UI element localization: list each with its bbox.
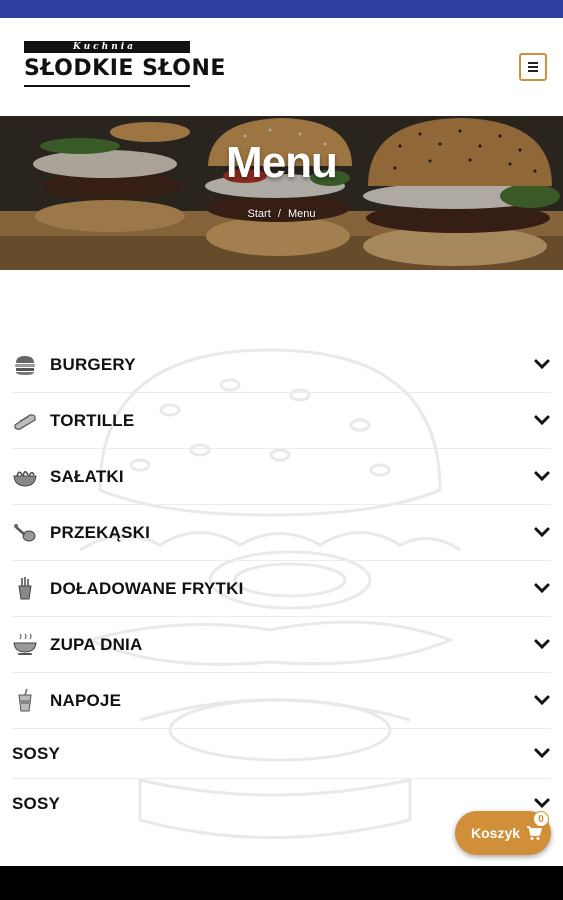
chevron-down-icon[interactable] [533,525,551,541]
soup-icon [13,633,37,655]
chevron-down-icon[interactable] [533,637,551,653]
menu-category-label: SOSY [12,794,61,813]
menu-category-sosy[interactable]: SOSY [12,729,551,779]
cart-label: Koszyk [471,825,521,841]
chevron-down-icon[interactable] [533,746,551,762]
chevron-down-icon[interactable] [533,693,551,709]
menu-category-list: BURGERY TORTILLE SAŁATKI PRZEKĄSKI DOŁAD… [12,337,551,829]
burger-icon [15,356,35,375]
menu-category-napoje[interactable]: NAPOJE [12,673,551,729]
chevron-down-icon[interactable] [533,357,551,373]
page-title: Menu [226,138,338,187]
chevron-down-icon[interactable] [533,796,551,812]
site-logo[interactable]: Kuchnia SŁODKIE SŁONE [24,41,226,87]
salad-icon [13,471,37,487]
logo-underline [24,85,190,87]
menu-category-label: NAPOJE [50,691,122,710]
menu-category-salatki[interactable]: SAŁATKI [12,449,551,505]
menu-category-tortille[interactable]: TORTILLE [12,393,551,449]
drink-icon [18,689,32,712]
menu-category-burgery[interactable]: BURGERY [12,337,551,393]
cart-count-badge: 0 [533,811,549,827]
menu-category-label: SAŁATKI [50,467,124,486]
menu-category-zupa-dnia[interactable]: ZUPA DNIA [12,617,551,673]
breadcrumb: Start / Menu [0,208,563,220]
chevron-down-icon[interactable] [533,469,551,485]
menu-category-label: PRZEKĄSKI [50,523,151,542]
hero-banner: Menu Start / Menu [0,116,563,270]
tortilla-icon [14,414,36,430]
logo-top-word: Kuchnia [73,42,136,52]
menu-category-label: SOSY [12,744,61,763]
menu-category-label: ZUPA DNIA [50,635,143,654]
breadcrumb-current: Menu [287,208,316,220]
breadcrumb-home-link[interactable]: Start [248,208,271,220]
menu-section: BURGERY TORTILLE SAŁATKI PRZEKĄSKI DOŁAD… [0,270,563,866]
cart-button[interactable]: Koszyk 0 [455,811,551,855]
breadcrumb-separator: / [277,208,281,220]
snack-icon [14,524,36,542]
site-header: Kuchnia SŁODKIE SŁONE [0,18,563,116]
chevron-down-icon[interactable] [533,581,551,597]
top-color-bar [0,0,563,18]
menu-category-label: TORTILLE [50,411,135,430]
menu-category-label: BURGERY [50,355,136,374]
bottom-bar [0,866,563,900]
menu-category-doladowane-frytki[interactable]: DOŁADOWANE FRYTKI [12,561,551,617]
cart-icon [527,826,542,840]
hamburger-icon[interactable] [519,53,547,81]
logo-wordmark: SŁODKIE SŁONE [24,56,226,81]
menu-category-label: DOŁADOWANE FRYTKI [50,579,244,598]
fries-icon [18,577,32,600]
menu-category-przekaski[interactable]: PRZEKĄSKI [12,505,551,561]
chevron-down-icon[interactable] [533,413,551,429]
